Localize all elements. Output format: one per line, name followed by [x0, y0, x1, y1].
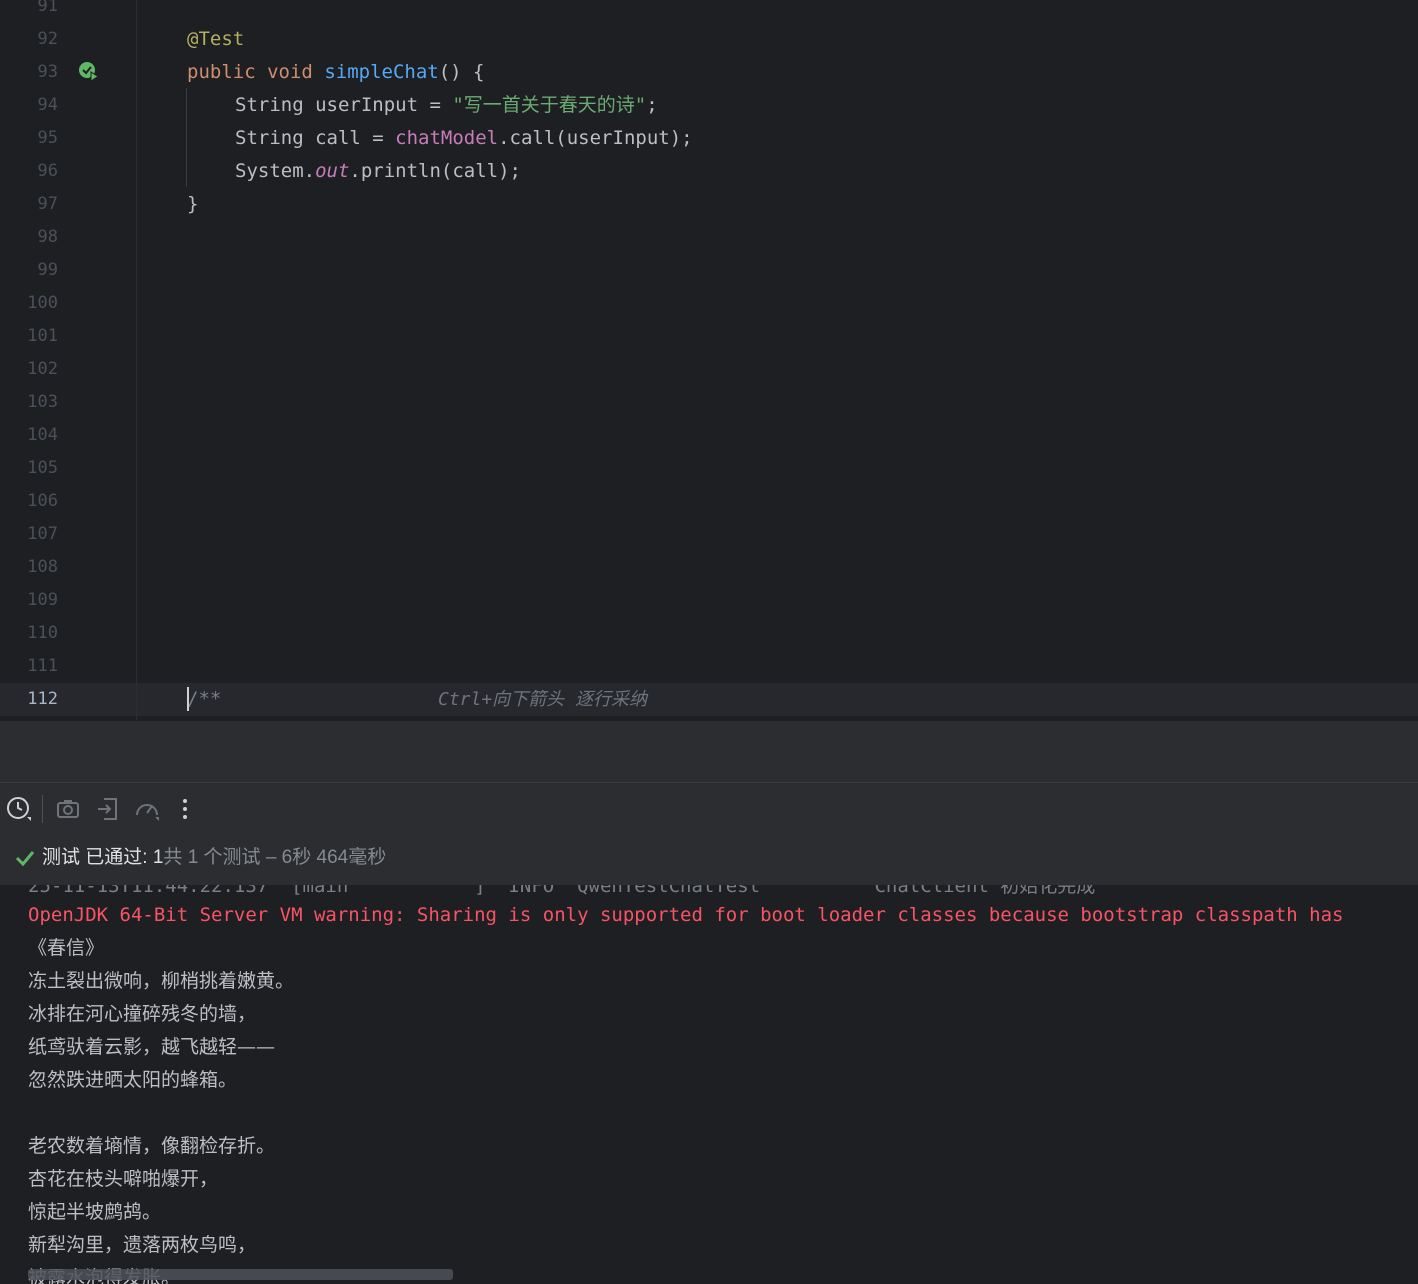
- test-result-summary: 测试 已通过: 1共 1 个测试 – 6秒 464毫秒: [42, 835, 386, 881]
- line-number: 110: [27, 623, 58, 643]
- line-number-gutter[interactable]: 91 92 93 94 95 96 97 98 99 100 101 102 1…: [0, 0, 137, 720]
- annotation-token: @Test: [187, 28, 245, 50]
- static-field-token: out: [315, 160, 350, 182]
- code-line-96[interactable]: System.out.println(call);: [235, 155, 521, 188]
- type-token: String: [235, 94, 304, 116]
- comment-token: /**: [187, 688, 222, 710]
- indent-guide: [186, 88, 187, 187]
- code-token: userInput =: [303, 94, 453, 116]
- code-token: ;: [646, 94, 658, 116]
- line-number: 99: [37, 260, 58, 280]
- method-name-token: simpleChat: [324, 61, 439, 83]
- line-number: 111: [27, 656, 58, 676]
- code-line-112[interactable]: /**: [187, 683, 221, 716]
- code-token: () {: [438, 61, 485, 83]
- console-output-line: 杏花在枝头噼啪爆开，: [28, 1168, 219, 1190]
- panel-splitter[interactable]: [0, 720, 1418, 783]
- current-line-number: 112: [27, 689, 58, 709]
- code-token: call =: [303, 127, 396, 149]
- passed-count: 1: [152, 847, 164, 868]
- class-token: System.: [235, 160, 316, 182]
- console-output-line: 纸鸢驮着云影，越飞越轻——: [28, 1036, 276, 1058]
- line-number: 98: [37, 227, 58, 247]
- import-icon[interactable]: [94, 795, 122, 823]
- code-line-93[interactable]: public void simpleChat() {: [187, 56, 484, 89]
- line-number: 92: [37, 29, 58, 49]
- console-output-line: 新犁沟里，遗落两枚鸟鸣，: [28, 1234, 257, 1256]
- test-status-bar: 测试 已通过: 1共 1 个测试 – 6秒 464毫秒: [0, 835, 1418, 885]
- more-icon[interactable]: [171, 795, 199, 823]
- line-number: 96: [37, 161, 58, 181]
- line-number: 97: [37, 194, 58, 214]
- line-number: 106: [27, 491, 58, 511]
- code-line-94[interactable]: String userInput = "写一首关于春天的诗";: [235, 89, 658, 122]
- line-number: 95: [37, 128, 58, 148]
- status-prefix: 测试 已通过:: [42, 847, 153, 868]
- line-number: 108: [27, 557, 58, 577]
- console-output-line: 冰排在河心撞碎残冬的墙，: [28, 1003, 257, 1025]
- horizontal-scrollbar[interactable]: [28, 1269, 453, 1280]
- run-test-icon[interactable]: [78, 61, 100, 83]
- keyword-token: void: [267, 61, 313, 83]
- status-total: 共 1 个测试 – 6秒 464毫秒: [163, 847, 387, 868]
- code-line-95[interactable]: String call = chatModel.call(userInput);: [235, 122, 693, 155]
- type-token: String: [235, 127, 304, 149]
- line-number: 109: [27, 590, 58, 610]
- code-token: }: [187, 193, 199, 215]
- line-number: 91: [37, 0, 58, 16]
- code-line-97[interactable]: }: [187, 188, 198, 221]
- ai-completion-hint: Ctrl+向下箭头 逐行采纳: [438, 689, 648, 710]
- code-token: .call(userInput);: [498, 127, 693, 149]
- toolbar-divider: [42, 795, 43, 823]
- check-icon: [15, 851, 35, 867]
- line-number: 101: [27, 326, 58, 346]
- line-number: 107: [27, 524, 58, 544]
- console-warning-line: OpenJDK 64-Bit Server VM warning: Sharin…: [28, 904, 1344, 926]
- line-number: 103: [27, 392, 58, 412]
- code-token: .println(call);: [349, 160, 521, 182]
- console-output-line: 《春信》: [28, 937, 105, 959]
- console-output-line: 冻土裂出微响，柳梢挑着嫩黄。: [28, 970, 295, 992]
- line-number: 102: [27, 359, 58, 379]
- line-number: 94: [37, 95, 58, 115]
- line-number: 104: [27, 425, 58, 445]
- line-number: 100: [27, 293, 58, 313]
- code-editor[interactable]: 91 92 93 94 95 96 97 98 99 100 101 102 1…: [0, 0, 1418, 720]
- history-icon[interactable]: [5, 795, 33, 823]
- camera-icon[interactable]: [54, 795, 82, 823]
- console-output-line: 惊起半坡鹧鸪。: [28, 1201, 162, 1223]
- line-number: 93: [37, 62, 58, 82]
- console-output[interactable]: 25-11-13T11:44:22.137 [main ] INFO QwenT…: [0, 885, 1418, 1284]
- keyword-token: public: [187, 61, 256, 83]
- run-toolbar: [0, 782, 1418, 836]
- line-number: 105: [27, 458, 58, 478]
- string-literal-token: "写一首关于春天的诗": [452, 94, 647, 116]
- speedometer-icon[interactable]: [133, 795, 161, 823]
- field-token: chatModel: [395, 127, 499, 149]
- console-output-line: 老农数着墒情，像翻检存折。: [28, 1135, 276, 1157]
- code-line-92[interactable]: @Test: [187, 23, 244, 56]
- ide-window: 91 92 93 94 95 96 97 98 99 100 101 102 1…: [0, 0, 1418, 1284]
- text-caret: [187, 687, 189, 711]
- console-output-line: 忽然跌进晒太阳的蜂箱。: [28, 1069, 238, 1091]
